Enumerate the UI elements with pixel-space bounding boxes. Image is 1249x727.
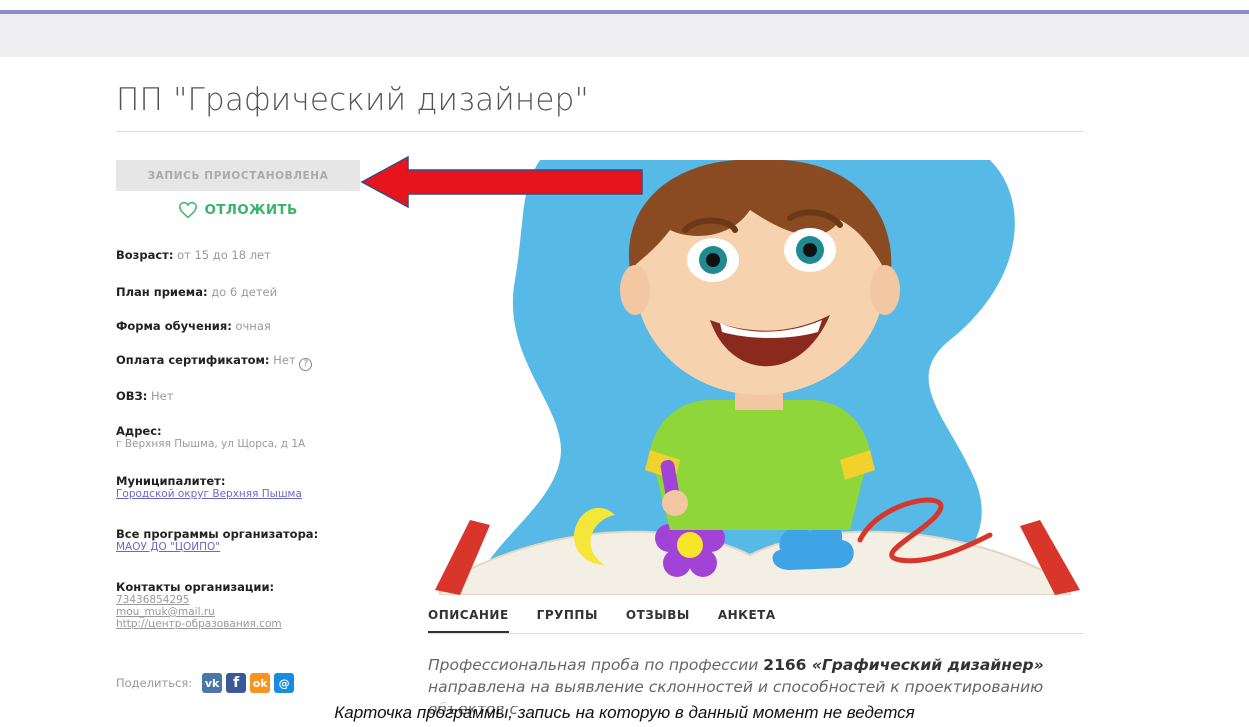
- contact-email[interactable]: mou_muk@mail.ru: [116, 606, 215, 618]
- address-info: Адрес: г Верхняя Пышма, ул Щорса, д 1А: [116, 424, 305, 450]
- organizer-info: Все программы организатора: МАОУ ДО "ЦОИ…: [116, 527, 318, 553]
- ovz-info: ОВЗ: Нет: [116, 389, 173, 403]
- payment-value: Нет: [273, 353, 296, 367]
- odnoklassniki-icon[interactable]: ok: [250, 673, 271, 693]
- mailru-icon[interactable]: @: [274, 673, 295, 693]
- header-bar: [0, 14, 1249, 57]
- payment-info: Оплата сертификатом: Нет ?: [116, 353, 313, 371]
- address-label: Адрес:: [116, 424, 162, 438]
- program-illustration: [435, 160, 1080, 595]
- postpone-button[interactable]: ОТЛОЖИТЬ: [116, 201, 360, 219]
- contacts-label: Контакты организации:: [116, 580, 275, 594]
- organizer-link[interactable]: МАОУ ДО "ЦОИПО": [116, 541, 220, 553]
- tab-groups[interactable]: ГРУППЫ: [537, 608, 598, 633]
- vk-icon[interactable]: vk: [202, 673, 223, 693]
- form-value: очная: [235, 319, 271, 333]
- figure-caption: Карточка программы, запись на которую в …: [334, 703, 915, 722]
- tabs-divider: [428, 633, 1083, 634]
- profession-code: 2166: [763, 656, 807, 674]
- title-divider: [116, 131, 1083, 132]
- tab-description[interactable]: ОПИСАНИЕ: [428, 608, 509, 633]
- program-tabs: ОПИСАНИЕ ГРУППЫ ОТЗЫВЫ АНКЕТА: [428, 608, 1083, 633]
- payment-label: Оплата сертификатом:: [116, 353, 270, 367]
- share-bar: Поделиться: vk f ok @: [116, 673, 295, 693]
- program-sidebar: ЗАПИСЬ ПРИОСТАНОВЛЕНА ОТЛОЖИТЬ Возраст: …: [116, 160, 396, 693]
- red-arrow-annotation: [360, 155, 643, 209]
- address-value: г Верхняя Пышма, ул Щорса, д 1А: [116, 438, 306, 450]
- organizer-label: Все программы организатора:: [116, 527, 319, 541]
- share-label: Поделиться:: [116, 676, 193, 690]
- contact-site[interactable]: http://центр-образования.com: [116, 618, 282, 630]
- enrollment-suspended-button[interactable]: ЗАПИСЬ ПРИОСТАНОВЛЕНА: [116, 160, 360, 191]
- plan-label: План приема:: [116, 285, 208, 299]
- age-value: от 15 до 18 лет: [177, 248, 271, 262]
- contact-phone[interactable]: 73436854295: [116, 594, 190, 606]
- municipality-link[interactable]: Городской округ Верхняя Пышма: [116, 488, 302, 500]
- heart-icon: [179, 201, 198, 219]
- age-info: Возраст: от 15 до 18 лет: [116, 248, 271, 262]
- contacts-info: Контакты организации: 73436854295 mou_mu…: [116, 580, 282, 630]
- age-label: Возраст:: [116, 248, 174, 262]
- plan-info: План приема: до 6 детей: [116, 285, 277, 299]
- form-info: Форма обучения: очная: [116, 319, 271, 333]
- municipality-label: Муниципалитет:: [116, 474, 226, 488]
- postpone-label: ОТЛОЖИТЬ: [204, 202, 298, 218]
- ovz-value: Нет: [150, 389, 174, 403]
- ovz-label: ОВЗ:: [116, 389, 148, 403]
- facebook-icon[interactable]: f: [226, 673, 247, 693]
- tab-questionnaire[interactable]: АНКЕТА: [718, 608, 776, 633]
- profession-name: «Графический дизайнер»: [811, 656, 1044, 674]
- description-text-1: Профессиональная проба по профессии: [428, 656, 764, 674]
- form-label: Форма обучения:: [116, 319, 232, 333]
- municipality-info: Муниципалитет: Городской округ Верхняя П…: [116, 474, 302, 500]
- page-title: ПП "Графический дизайнер": [116, 82, 589, 118]
- plan-value: до 6 детей: [211, 285, 278, 299]
- help-icon[interactable]: ?: [299, 357, 313, 371]
- tab-reviews[interactable]: ОТЗЫВЫ: [626, 608, 690, 633]
